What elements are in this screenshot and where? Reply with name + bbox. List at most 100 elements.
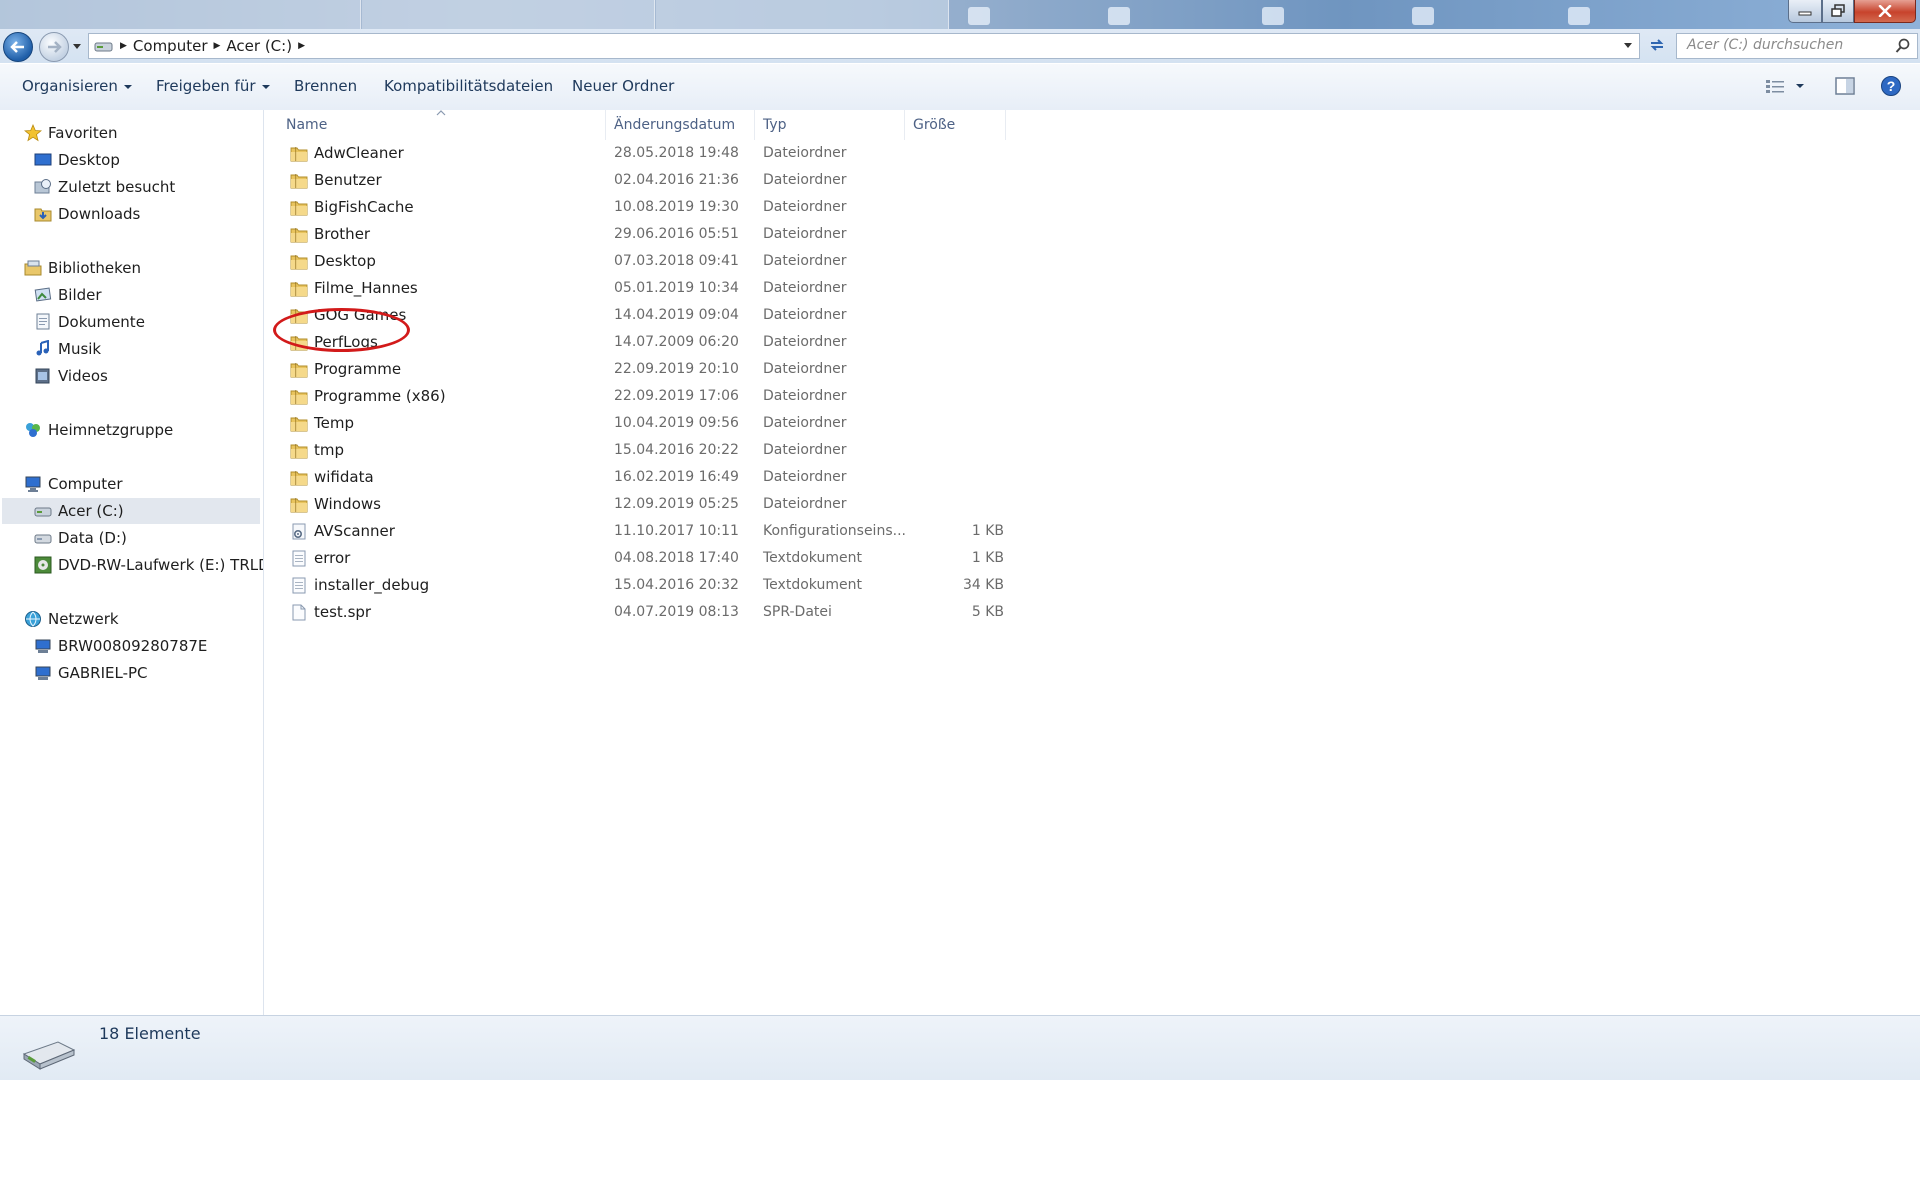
chevron-down-icon <box>123 84 132 89</box>
nav-network-device-2[interactable]: GABRIEL-PC <box>34 660 148 686</box>
nav-computer[interactable]: Computer <box>24 471 123 497</box>
preview-pane-button[interactable] <box>1834 76 1856 100</box>
file-modified-date: 10.08.2019 19:30 <box>614 199 739 215</box>
history-dropdown-icon[interactable] <box>72 43 82 51</box>
column-header-date[interactable]: Änderungsdatum <box>607 110 755 140</box>
share-button[interactable]: Freigeben für <box>156 77 270 95</box>
homegroup-icon <box>24 421 42 439</box>
breadcrumb-separator-icon[interactable]: ▶ <box>298 41 305 51</box>
file-name[interactable]: Brother <box>314 221 370 248</box>
refresh-button[interactable] <box>1646 34 1668 56</box>
burn-button[interactable]: Brennen <box>294 77 357 95</box>
table-row[interactable]: Desktop 07.03.2018 09:41 Dateiordner <box>264 248 1004 275</box>
nav-desktop[interactable]: Desktop <box>34 147 120 173</box>
nav-favorites[interactable]: Favoriten <box>24 120 117 146</box>
nav-recent[interactable]: Zuletzt besucht <box>34 174 175 200</box>
search-icon[interactable] <box>1895 38 1911 54</box>
nav-videos[interactable]: Videos <box>34 363 108 389</box>
file-name[interactable]: AdwCleaner <box>314 140 404 167</box>
change-view-button[interactable] <box>1764 76 1810 96</box>
file-modified-date: 10.04.2019 09:56 <box>614 415 739 431</box>
nav-drive-e-label: DVD-RW-Laufwerk (E:) TRLD_D <box>58 556 263 574</box>
address-bar[interactable]: ▶ Computer ▶ Acer (C:) ▶ <box>88 33 1640 59</box>
table-row[interactable]: Programme 22.09.2019 20:10 Dateiordner <box>264 356 1004 383</box>
file-name[interactable]: test.spr <box>314 599 371 626</box>
nav-downloads[interactable]: Downloads <box>34 201 140 227</box>
file-name[interactable]: Programme <box>314 356 401 383</box>
file-size <box>884 437 1004 464</box>
table-row[interactable]: wifidata 16.02.2019 16:49 Dateiordner <box>264 464 1004 491</box>
svg-text:?: ? <box>1887 78 1896 94</box>
file-name[interactable]: Benutzer <box>314 167 382 194</box>
file-name[interactable]: Temp <box>314 410 354 437</box>
address-dropdown-icon[interactable] <box>1623 42 1633 50</box>
nav-documents[interactable]: Dokumente <box>34 309 145 335</box>
table-row[interactable]: Windows 12.09.2019 05:25 Dateiordner <box>264 491 1004 518</box>
table-row[interactable]: tmp 15.04.2016 20:22 Dateiordner <box>264 437 1004 464</box>
back-button[interactable] <box>3 32 33 62</box>
file-name[interactable]: Filme_Hannes <box>314 275 418 302</box>
share-label: Freigeben für <box>156 77 256 95</box>
minimize-icon <box>1798 11 1812 16</box>
file-modified-date: 05.01.2019 10:34 <box>614 280 739 296</box>
nav-music[interactable]: Musik <box>34 336 101 362</box>
organize-button[interactable]: Organisieren <box>22 77 132 95</box>
file-modified-date: 15.04.2016 20:22 <box>614 442 739 458</box>
file-modified-date: 28.05.2018 19:48 <box>614 145 739 161</box>
nav-homegroup[interactable]: Heimnetzgruppe <box>24 417 173 443</box>
file-name[interactable]: installer_debug <box>314 572 429 599</box>
table-row[interactable]: Benutzer 02.04.2016 21:36 Dateiordner <box>264 167 1004 194</box>
file-name[interactable]: error <box>314 545 350 572</box>
breadcrumb-separator-icon[interactable]: ▶ <box>120 41 127 51</box>
nav-network[interactable]: Netzwerk <box>24 606 119 632</box>
table-row[interactable]: Filme_Hannes 05.01.2019 10:34 Dateiordner <box>264 275 1004 302</box>
nav-drive-e[interactable]: DVD-RW-Laufwerk (E:) TRLD_D <box>34 552 263 578</box>
table-row[interactable]: test.spr 04.07.2019 08:13 SPR-Datei 5 KB <box>264 599 1004 626</box>
forward-button[interactable] <box>39 32 69 62</box>
column-header-type[interactable]: Typ <box>756 110 905 140</box>
table-row[interactable]: Programme (x86) 22.09.2019 17:06 Dateiordn… <box>264 383 1004 410</box>
table-row[interactable]: Temp 10.04.2019 09:56 Dateiordner <box>264 410 1004 437</box>
search-box[interactable]: Acer (C:) durchsuchen <box>1676 33 1918 59</box>
table-row[interactable]: error 04.08.2018 17:40 Textdokument 1 KB <box>264 545 1004 572</box>
new-folder-button[interactable]: Neuer Ordner <box>572 77 674 95</box>
file-modified-date: 04.08.2018 17:40 <box>614 550 739 566</box>
navigation-pane: Favoriten Desktop Zuletzt besucht Downlo… <box>0 110 264 1015</box>
file-name[interactable]: wifidata <box>314 464 374 491</box>
table-row[interactable]: Brother 29.06.2016 05:51 Dateiordner <box>264 221 1004 248</box>
compatibility-files-button[interactable]: Kompatibilitätsdateien <box>384 77 553 95</box>
file-name[interactable]: Windows <box>314 491 381 518</box>
downloads-folder-icon <box>34 205 52 223</box>
libraries-icon <box>24 259 42 277</box>
file-name[interactable]: AVScanner <box>314 518 395 545</box>
file-name[interactable]: Programme (x86) <box>314 383 446 410</box>
column-header-size[interactable]: Größe <box>906 110 1006 140</box>
breadcrumb-acer-c[interactable]: Acer (C:) <box>226 37 292 55</box>
table-row[interactable]: AdwCleaner 28.05.2018 19:48 Dateiordner <box>264 140 1004 167</box>
table-row[interactable]: AVScanner 11.10.2017 10:11 Konfigurationse… <box>264 518 1004 545</box>
column-header-name[interactable]: Name <box>264 110 606 140</box>
help-button[interactable]: ? <box>1880 75 1902 101</box>
maximize-button[interactable] <box>1822 0 1854 23</box>
nav-drive-c-label: Acer (C:) <box>58 502 124 520</box>
file-icon <box>290 604 308 621</box>
breadcrumb-computer[interactable]: Computer <box>133 37 208 55</box>
nav-libraries[interactable]: Bibliotheken <box>24 255 141 281</box>
nav-drive-c[interactable]: Acer (C:) <box>2 498 260 524</box>
table-row[interactable]: BigFishCache 10.08.2019 19:30 Dateiordner <box>264 194 1004 221</box>
table-row[interactable]: installer_debug 15.04.2016 20:32 Textdokum… <box>264 572 1004 599</box>
file-modified-date: 11.10.2017 10:11 <box>614 523 739 539</box>
file-size <box>884 248 1004 275</box>
nav-drive-d[interactable]: Data (D:) <box>34 525 127 551</box>
details-pane: 18 Elemente <box>0 1015 1920 1080</box>
close-button[interactable] <box>1854 0 1916 23</box>
nav-network-device-1[interactable]: BRW00809280787E <box>34 633 207 659</box>
file-name[interactable]: BigFishCache <box>314 194 414 221</box>
file-name[interactable]: Desktop <box>314 248 376 275</box>
nav-pictures[interactable]: Bilder <box>34 282 102 308</box>
file-list[interactable]: Name Änderungsdatum Typ Größe AdwCleaner… <box>264 110 1920 1015</box>
breadcrumb-separator-icon[interactable]: ▶ <box>214 41 221 51</box>
network-icon <box>24 610 42 628</box>
minimize-button[interactable] <box>1788 0 1822 23</box>
file-name[interactable]: tmp <box>314 437 344 464</box>
